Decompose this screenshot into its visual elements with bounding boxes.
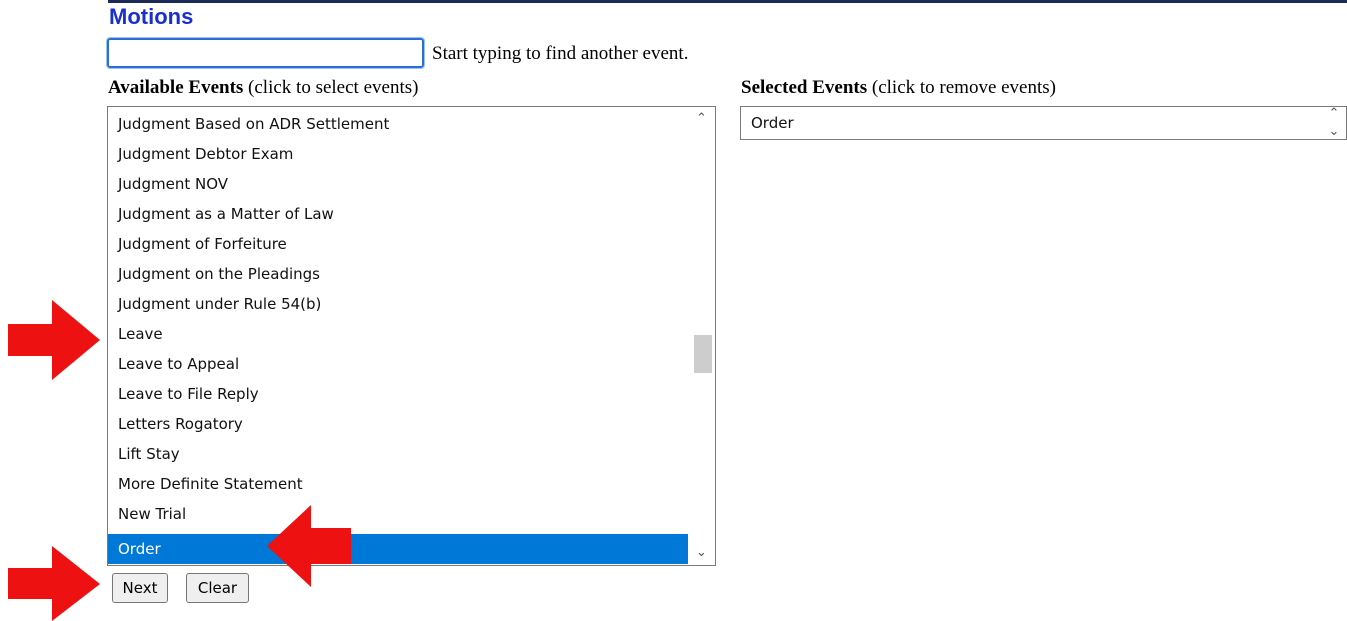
chevron-up-icon[interactable]: ⌃	[688, 109, 715, 129]
list-item[interactable]: Judgment of Forfeiture	[108, 229, 688, 259]
red-arrow-icon	[267, 505, 351, 587]
available-events-header: Available Events (click to select events…	[108, 77, 418, 99]
available-events-list[interactable]: Judgment Based on ADR Settlement Judgmen…	[107, 106, 716, 566]
list-item[interactable]: Judgment NOV	[108, 169, 688, 199]
list-item[interactable]: Judgment under Rule 54(b)	[108, 289, 688, 319]
list-item[interactable]: Judgment as a Matter of Law	[108, 199, 688, 229]
list-item[interactable]: Leave to File Reply	[108, 379, 688, 409]
search-hint: Start typing to find another event.	[432, 43, 689, 64]
red-arrow-icon	[8, 300, 100, 380]
selected-events-header: Selected Events (click to remove events)	[741, 77, 1056, 99]
selected-events-title: Selected Events	[741, 77, 868, 98]
list-item[interactable]: Judgment Based on ADR Settlement	[108, 109, 688, 139]
list-item[interactable]: Lift Stay	[108, 439, 688, 469]
chevron-down-icon[interactable]: ⌄	[1322, 122, 1346, 139]
selected-list-scrollbar[interactable]: ⌃ ⌄	[1322, 107, 1346, 139]
chevron-down-icon[interactable]: ⌄	[688, 543, 715, 563]
available-list-scrollbar[interactable]: ⌃ ⌄	[688, 107, 715, 565]
scrollbar-thumb[interactable]	[694, 335, 712, 373]
selected-events-instruction: (click to remove events)	[867, 77, 1056, 98]
list-item[interactable]: Judgment Debtor Exam	[108, 139, 688, 169]
page-title: Motions	[109, 4, 194, 29]
available-events-instruction: (click to select events)	[243, 77, 419, 98]
list-item[interactable]: Leave	[108, 319, 688, 349]
clear-button[interactable]: Clear	[186, 573, 249, 603]
list-item[interactable]: Letters Rogatory	[108, 409, 688, 439]
list-item[interactable]: More Definite Statement	[108, 469, 688, 499]
header-rule	[108, 0, 1347, 3]
event-search-input[interactable]	[106, 37, 425, 69]
available-events-title: Available Events	[108, 77, 244, 98]
list-item[interactable]: New Trial	[108, 499, 688, 529]
next-button[interactable]: Next	[112, 573, 168, 603]
selected-events-list[interactable]: Order ⌃ ⌄	[740, 106, 1347, 140]
list-item[interactable]: Judgment on the Pleadings	[108, 259, 688, 289]
list-item[interactable]: Leave to Appeal	[108, 349, 688, 379]
list-item-selected[interactable]: Order	[108, 534, 688, 564]
list-item[interactable]: Order	[741, 108, 1321, 138]
red-arrow-icon	[8, 546, 100, 621]
